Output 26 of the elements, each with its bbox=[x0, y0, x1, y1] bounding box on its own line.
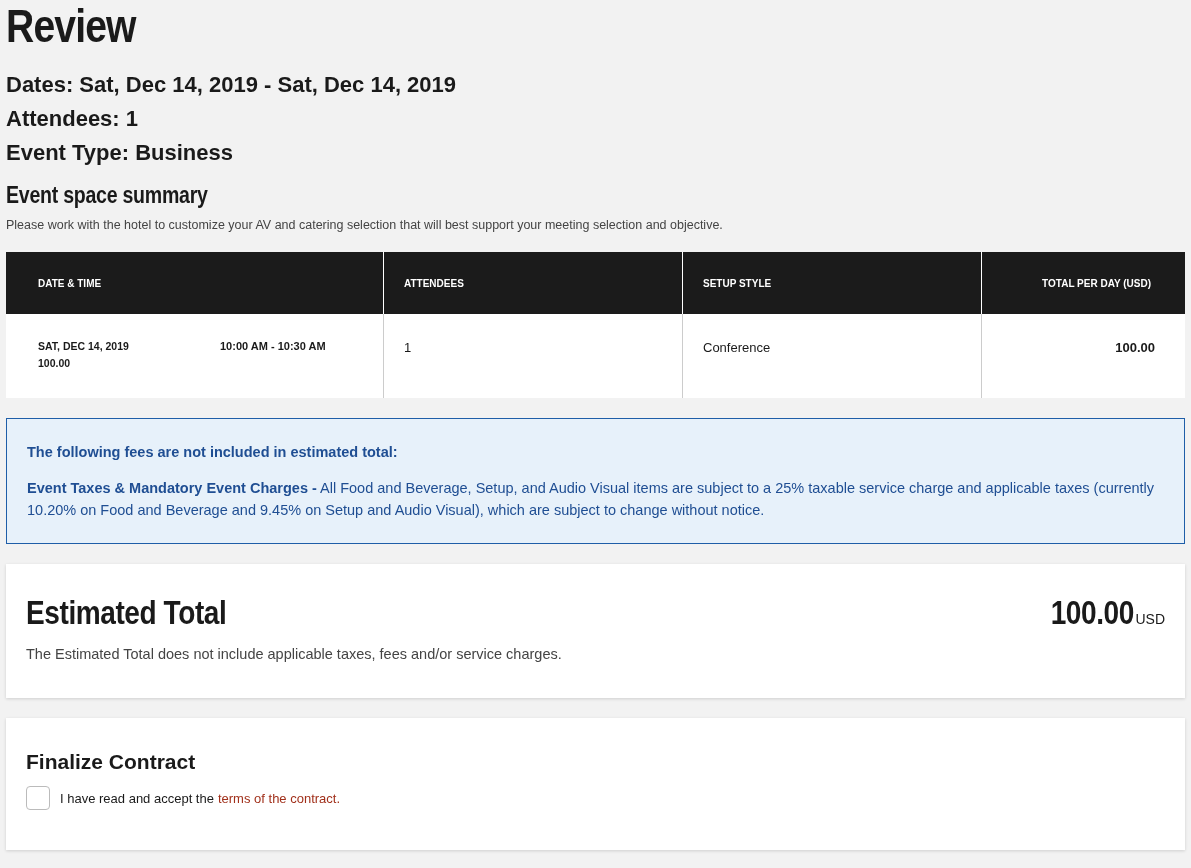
table-cell: 100.00 bbox=[1115, 340, 1155, 355]
total-amount: 100.00 bbox=[1050, 594, 1134, 632]
detail-line: Attendees: 1 bbox=[6, 106, 140, 132]
estimate-heading: Estimated Total bbox=[26, 594, 227, 632]
checkbox-label: I have read and accept the bbox=[60, 790, 214, 806]
column-header: DATE & TIME bbox=[6, 252, 384, 314]
checkbox[interactable] bbox=[26, 786, 50, 810]
info-text: Event Taxes & Mandatory Event Charges - All Food and Beverage, Setup, and Audio Visual items are subject to a 25% taxable service charge and applicable taxes (currently 10.20% on Food and Beverage and 9.45% on Setup and Audio Visual), which are subject to change without notice. bbox=[27, 479, 1156, 520]
page-title: Review bbox=[6, 0, 136, 52]
table-cell: 1 bbox=[404, 340, 412, 355]
summary-note: Please work with the hotel to customize your AV and catering selection that will best support your meeting selection and objective. bbox=[6, 218, 724, 232]
info-heading: The following fees are not included in estimated total: bbox=[27, 443, 399, 462]
currency-label: USD bbox=[1135, 611, 1165, 627]
column-header: SETUP STYLE bbox=[683, 252, 982, 314]
column-header: ATTENDEES bbox=[384, 252, 683, 314]
price-text: 100.00 bbox=[38, 357, 72, 369]
table-cell: Conference bbox=[703, 340, 771, 355]
detail-line: Event Type: Business bbox=[6, 140, 234, 166]
section-heading: Event space summary bbox=[6, 181, 208, 210]
column-header: TOTAL PER DAY (USD) bbox=[1041, 276, 1152, 291]
detail-line: Dates: Sat, Dec 14, 2019 - Sat, Dec 14, 2019 bbox=[6, 72, 458, 98]
time-text: 10:00 AM - 10:30 AM bbox=[220, 340, 326, 354]
date-text: SAT, DEC 14, 2019 bbox=[38, 340, 130, 352]
contract-heading: Finalize Contract bbox=[26, 750, 197, 774]
terms-link[interactable]: terms of the contract. bbox=[217, 790, 341, 806]
estimate-note: The Estimated Total does not include applicable taxes, fees and/or service charges. bbox=[26, 646, 563, 662]
